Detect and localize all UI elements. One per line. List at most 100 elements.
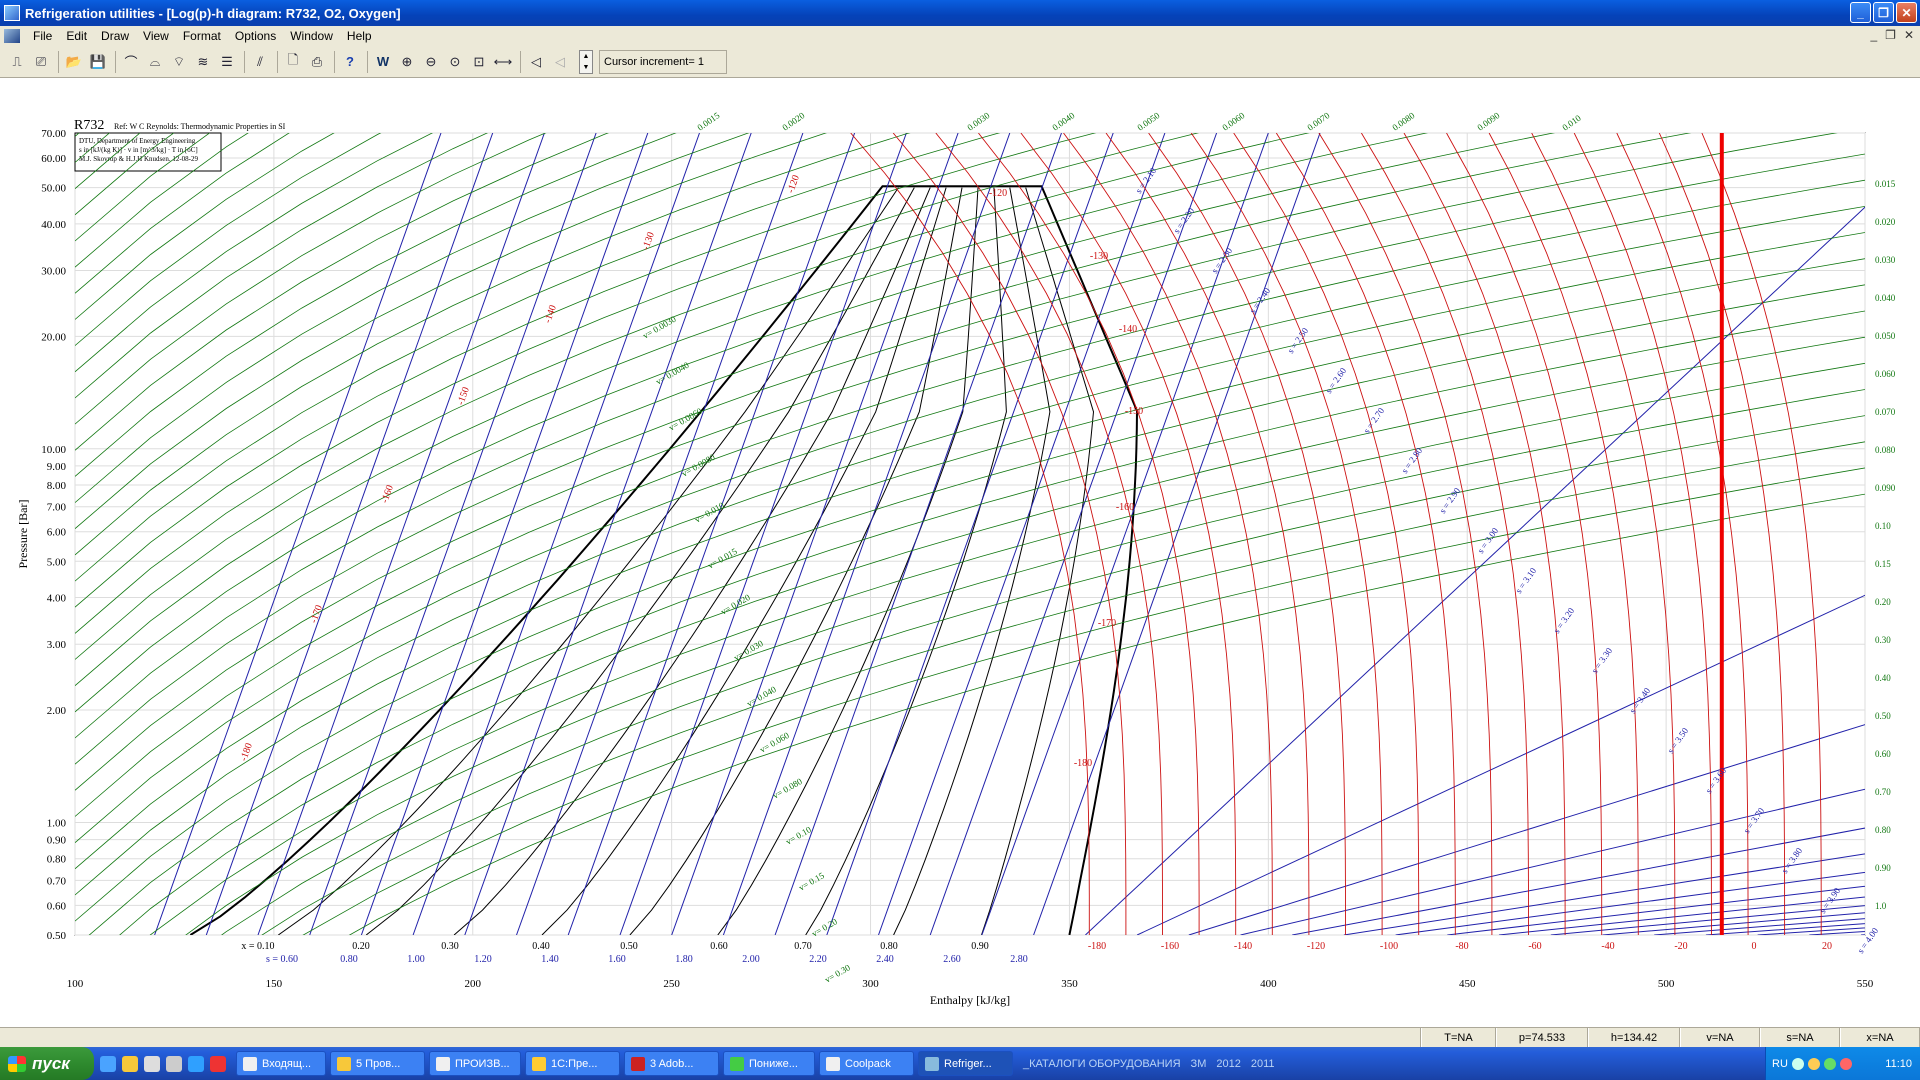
open-folder-icon[interactable]: 📂	[63, 51, 85, 73]
temperature-bottom-label: -160	[1161, 941, 1179, 952]
mdi-close-button[interactable]: ✕	[1904, 28, 1914, 42]
volume-right-label: 0.90	[1875, 863, 1891, 873]
menu-help[interactable]: Help	[340, 29, 379, 43]
y-tick-label: 3.00	[47, 639, 67, 651]
task-coolpack[interactable]: Coolpack	[819, 1051, 914, 1076]
zoom-out-icon[interactable]: ⊖	[420, 51, 442, 73]
volume-right-label: 1.0	[1875, 901, 1887, 911]
tray-app-icon[interactable]	[1807, 1057, 1820, 1070]
x-tick-label: 500	[1658, 978, 1675, 990]
printer-icon[interactable]: ⎙	[306, 51, 328, 73]
entropy-bottom-label: 1.00	[407, 954, 425, 965]
chart-area[interactable]: 0.50 0.60 0.70 0.80 0.90 1.00 2.00 3.00 4.00 5.00…	[0, 79, 1920, 1027]
table-icon[interactable]: ☰	[216, 51, 238, 73]
quicklaunch-word-icon[interactable]	[166, 1055, 182, 1072]
measure-icon[interactable]: ⟷	[492, 51, 514, 73]
cursor-increment-label: Cursor increment= 1	[599, 49, 727, 74]
start-button[interactable]: пуск	[0, 1047, 94, 1080]
help-icon[interactable]: ?	[339, 51, 361, 73]
menu-edit[interactable]: Edit	[59, 29, 94, 43]
menu-draw[interactable]: Draw	[94, 29, 136, 43]
volume-top-label: 0.0030	[965, 110, 991, 133]
cycle-3-icon[interactable]: ⌔	[168, 51, 190, 73]
document-icon[interactable]	[4, 29, 20, 43]
menu-format[interactable]: Format	[176, 29, 228, 43]
status-bar: T=NA p=74.533 h=134.42 v=NA s=NA x=NA	[0, 1027, 1920, 1047]
zoom-icon[interactable]: ⊙	[444, 51, 466, 73]
restore-button[interactable]: ❐	[1873, 2, 1894, 23]
toolbar-3m[interactable]: ЗМ	[1191, 1058, 1207, 1070]
toolbar-2011[interactable]: 2011	[1251, 1058, 1275, 1070]
quicklaunch-ie-icon[interactable]	[100, 1055, 116, 1072]
info-box-line: s in [kJ/(kg K)] · v in [m^3/kg] · T in …	[79, 146, 198, 154]
task-browser[interactable]: Пониже...	[723, 1051, 815, 1076]
cycle-2-icon[interactable]: ⌓	[144, 51, 166, 73]
toolbar-2012[interactable]: 2012	[1216, 1058, 1240, 1070]
print-preview-icon[interactable]: ⎚	[30, 51, 52, 73]
reference-note: Ref: W C Reynolds: Thermodynamic Propert…	[114, 122, 286, 131]
zoom-in-icon[interactable]: ⊕	[396, 51, 418, 73]
toolbar-catalogs[interactable]: _КАТАЛОГИ ОБОРУДОВАНИЯ	[1023, 1058, 1181, 1070]
refrigerant-name: R732	[74, 118, 104, 133]
chart-icon[interactable]: ⫽	[249, 51, 271, 73]
entropy-bottom-label: s = 0.60	[266, 954, 298, 965]
x-tick-label: 300	[862, 978, 879, 990]
logph-diagram[interactable]: 0.500.600.700.800.901.002.003.004.005.00…	[0, 79, 1920, 1027]
quicklaunch-app-icon[interactable]	[144, 1055, 160, 1072]
volume-right-label: 0.20	[1875, 597, 1891, 607]
tray-antivirus-icon[interactable]	[1839, 1057, 1852, 1070]
zoom-fit-icon[interactable]: ⊡	[468, 51, 490, 73]
x-tick-label: 100	[67, 978, 84, 990]
task-adobe[interactable]: 3 Adob...	[624, 1051, 719, 1076]
page-icon[interactable]: 🗋	[282, 51, 304, 73]
cycle-1-icon[interactable]: ⌒	[120, 51, 142, 73]
menu-file[interactable]: File	[26, 29, 59, 43]
task-refrigeration[interactable]: Refriger...	[918, 1051, 1013, 1076]
volume-right-label: 0.080	[1875, 445, 1896, 455]
y-tick-label: 9.00	[47, 461, 67, 473]
mdi-minimize-button[interactable]: _	[1870, 28, 1877, 42]
task-word[interactable]: ПРОИЗВ...	[429, 1051, 521, 1076]
volume-right-label: 0.30	[1875, 635, 1891, 645]
y-tick-label: 30.00	[41, 266, 66, 278]
plot-icon[interactable]: ⎍	[6, 51, 28, 73]
temperature-bottom-label: -140	[1234, 941, 1252, 952]
menu-bar: File Edit Draw View Format Options Windo…	[0, 26, 1920, 46]
save-icon[interactable]: 💾	[87, 51, 109, 73]
tray-network-icon[interactable]	[1791, 1057, 1804, 1070]
temperature-bottom-label: 20	[1822, 941, 1832, 952]
w-icon[interactable]: W	[372, 51, 394, 73]
volume-right-label: 0.020	[1875, 217, 1896, 227]
menu-view[interactable]: View	[136, 29, 176, 43]
task-inbox[interactable]: Входящ...	[236, 1051, 326, 1076]
temperature-bottom-label: -60	[1528, 941, 1541, 952]
cursor-increment-spinner[interactable]: ▲ ▼	[579, 49, 593, 74]
quicklaunch-icq-icon[interactable]	[188, 1055, 204, 1072]
mdi-restore-button[interactable]: ❐	[1885, 28, 1896, 42]
task-explorer[interactable]: 5 Пров...	[330, 1051, 425, 1076]
quicklaunch-folder-icon[interactable]	[122, 1055, 138, 1072]
entropy-bottom-label: 1.20	[474, 954, 492, 965]
minimize-button[interactable]: _	[1850, 2, 1871, 23]
menu-window[interactable]: Window	[283, 29, 340, 43]
menu-options[interactable]: Options	[228, 29, 283, 43]
pointer-icon[interactable]: ◁	[525, 51, 547, 73]
language-indicator[interactable]: RU	[1772, 1058, 1788, 1070]
x-tick-label: 350	[1061, 978, 1078, 990]
close-button[interactable]: ✕	[1896, 2, 1917, 23]
status-p: p=74.533	[1496, 1028, 1588, 1047]
quality-label: 0.70	[794, 941, 812, 952]
tray-update-icon[interactable]	[1823, 1057, 1836, 1070]
y-tick-label: 6.00	[47, 527, 67, 539]
sat-icon[interactable]: ≋	[192, 51, 214, 73]
volume-right-label: 0.10	[1875, 521, 1891, 531]
temperature-bottom-label: -180	[1088, 941, 1106, 952]
volume-top-label: 0.0050	[1135, 110, 1161, 133]
volume-right-label: 0.050	[1875, 331, 1896, 341]
task-1c[interactable]: 1С:Пре...	[525, 1051, 620, 1076]
quicklaunch-opera-icon[interactable]	[210, 1055, 226, 1072]
y-tick-label: 70.00	[41, 128, 66, 140]
volume-inner-label: v= 0.30	[823, 962, 852, 985]
quality-label: 0.40	[532, 941, 550, 952]
y-tick-label: 60.00	[41, 153, 66, 165]
